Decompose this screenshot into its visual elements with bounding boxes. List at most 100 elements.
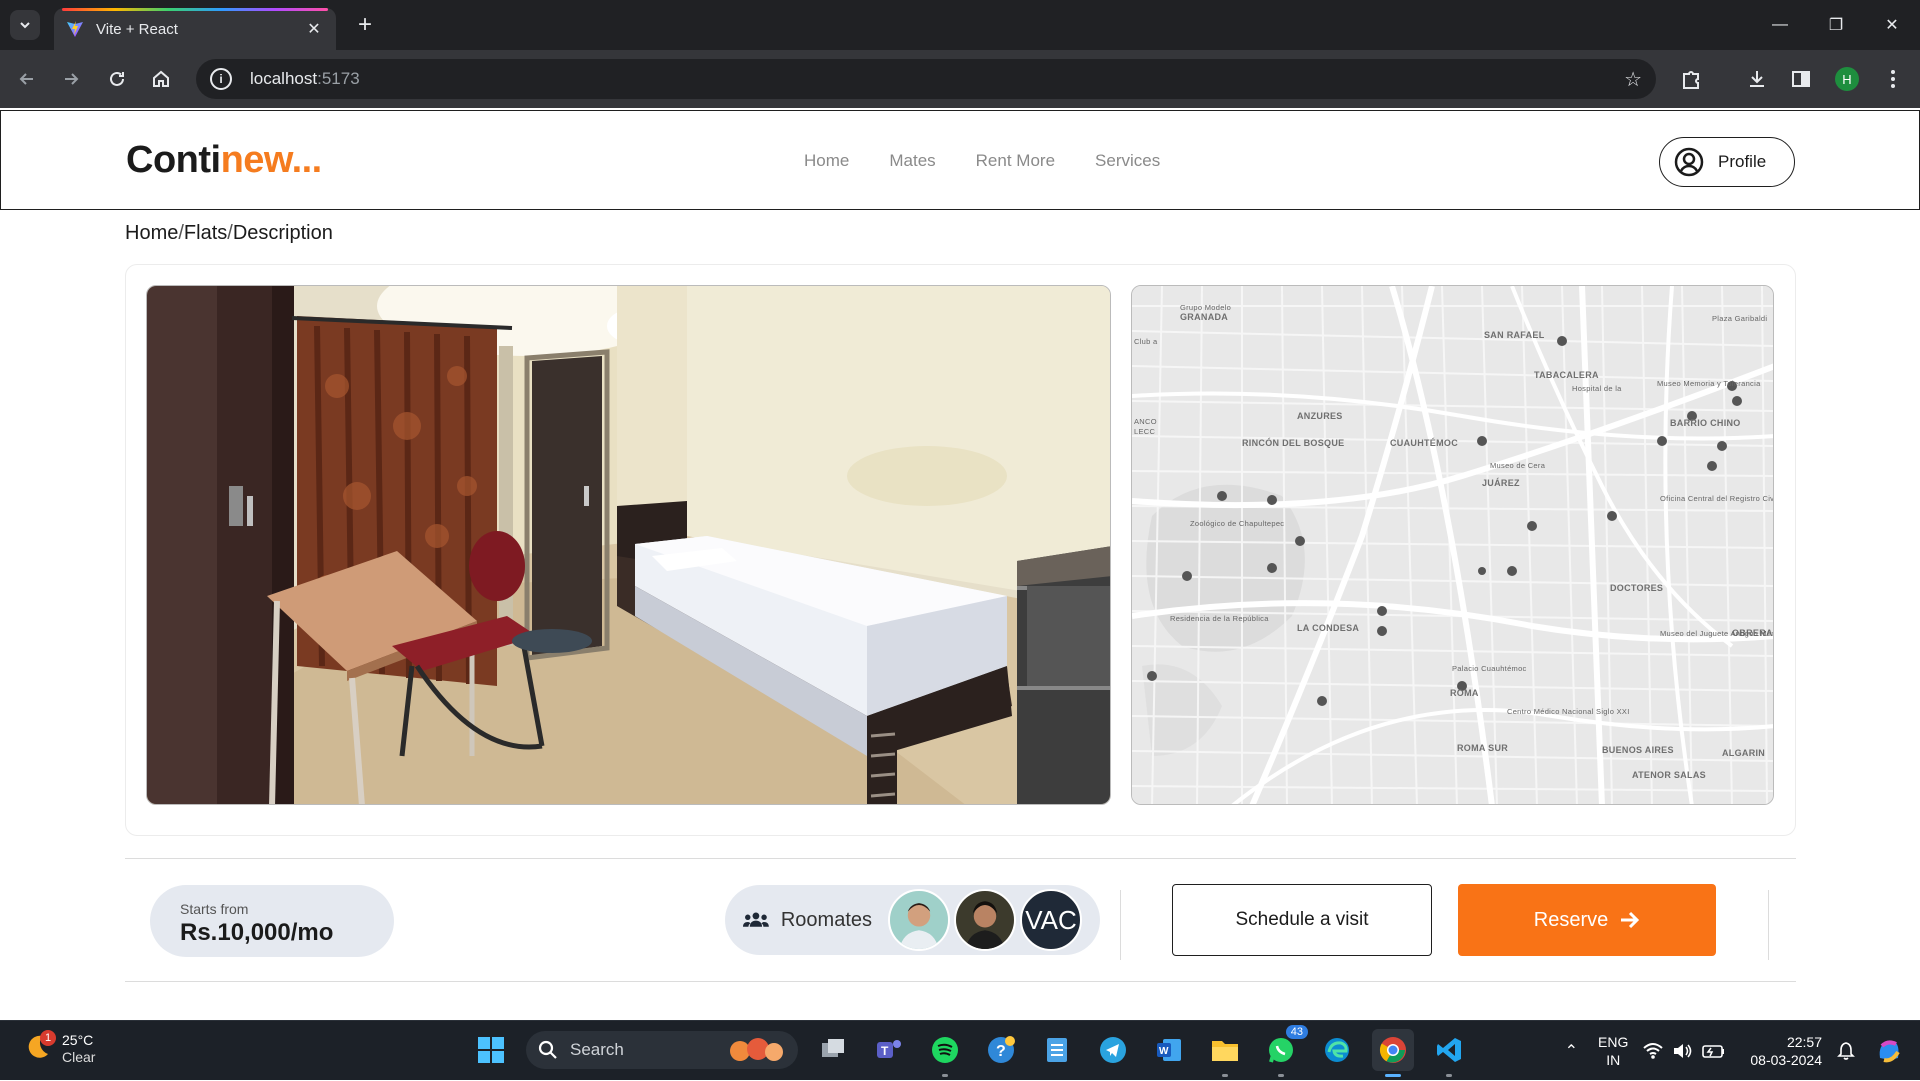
windows-taskbar: 1 25°C Clear Search T ? W 43 ⌃ ENG IN 22… [0,1020,1920,1080]
weather-temp: 25°C [62,1032,94,1048]
whatsapp-badge: 43 [1285,1025,1308,1039]
edge-app[interactable] [1316,1029,1358,1071]
listing-gallery: Grupo Modelo GRANADA SAN RAFAEL TABACALE… [125,264,1796,836]
language-indicator[interactable]: ENG IN [1598,1033,1628,1069]
bookmark-star-icon[interactable]: ☆ [1624,67,1642,92]
tray-overflow-chevron-icon[interactable]: ⌃ [1565,1041,1578,1061]
help-icon: ? [988,1036,1015,1063]
bell-icon[interactable] [1836,1041,1856,1061]
teams-app[interactable]: T [868,1029,910,1071]
side-panel-icon [1792,71,1810,87]
download-icon [1750,71,1764,87]
home-button[interactable] [144,62,178,96]
main-nav: Home Mates Rent More Services [804,151,1160,171]
clock[interactable]: 22:57 08-03-2024 [1750,1033,1822,1069]
reload-icon [110,71,124,86]
arrow-right-icon [1621,911,1640,929]
map-label: BUENOS AIRES [1602,745,1674,755]
roommate-avatar[interactable] [888,889,950,951]
active-indicator [1385,1074,1401,1077]
map-label: ALGARIN [1722,748,1765,758]
file-explorer-app[interactable] [1204,1029,1246,1077]
site-info-icon[interactable]: i [210,68,232,90]
window-controls: — ❐ ✕ [1752,0,1920,50]
arrow-right-icon [65,73,79,85]
users-group-icon [743,912,769,927]
schedule-visit-button[interactable]: Schedule a visit [1172,884,1432,956]
map-label: Residencia de la República [1170,614,1269,623]
site-header: Continew... Home Mates Rent More Service… [0,110,1920,210]
profile-button[interactable]: Profile [1659,137,1795,187]
map-label: CUAUHTÉMOC [1390,438,1458,448]
roommate-photo [956,891,1014,949]
clock-date: 08-03-2024 [1750,1052,1822,1068]
minimize-button[interactable]: — [1752,0,1808,50]
telegram-icon [1100,1037,1126,1063]
word-app[interactable]: W [1148,1029,1190,1071]
price-label: Starts from [180,901,249,917]
back-button[interactable] [10,62,44,96]
volume-icon[interactable] [1672,1042,1694,1060]
roommates-section[interactable]: Roomates VAC [725,885,1100,955]
tab-search-button[interactable] [10,10,40,40]
running-indicator [942,1074,948,1077]
nav-mates[interactable]: Mates [889,151,935,171]
task-view-icon [822,1039,844,1057]
extensions-button[interactable] [1674,62,1708,96]
map-label: Oficina Central del Registro Civil [1660,494,1774,503]
svg-text:W: W [1159,1046,1169,1057]
profile-avatar-button[interactable]: H [1830,62,1864,96]
reload-button[interactable] [100,62,134,96]
address-bar[interactable]: i localhost:5173 ☆ [196,59,1656,99]
roommate-initials-avatar[interactable]: VAC [1020,889,1082,951]
taskbar-search[interactable]: Search [526,1031,798,1069]
roommates-label: Roomates [780,908,872,931]
telegram-app[interactable] [1092,1029,1134,1071]
notepad-app[interactable] [1036,1029,1078,1071]
task-view-button[interactable] [812,1029,854,1071]
taskbar-apps: Search T ? W 43 [470,1025,1470,1077]
room-photo[interactable] [146,285,1111,805]
chrome-menu-button[interactable] [1876,62,1910,96]
search-placeholder: Search [570,1040,624,1059]
weather-widget[interactable]: 1 25°C Clear [24,1029,95,1065]
new-tab-button[interactable]: + [348,10,382,40]
breadcrumb-home[interactable]: Home [125,222,178,245]
copilot-icon[interactable] [1874,1036,1904,1066]
location-map[interactable]: Grupo Modelo GRANADA SAN RAFAEL TABACALE… [1131,285,1774,805]
map-image: Grupo Modelo GRANADA SAN RAFAEL TABACALE… [1132,286,1774,804]
whatsapp-app[interactable]: 43 [1260,1025,1308,1077]
restore-button[interactable]: ❐ [1808,0,1864,50]
clock-time: 22:57 [1786,1034,1822,1050]
map-label: Museo del Juguete Antiguo México [1660,629,1774,638]
help-app[interactable]: ? [980,1029,1022,1071]
side-panel-button[interactable] [1784,62,1818,96]
downloads-button[interactable] [1740,62,1774,96]
word-icon: W [1157,1039,1181,1061]
map-label: LA CONDESA [1297,623,1359,633]
search-icon [538,1040,557,1059]
breadcrumb-flats[interactable]: Flats [184,222,227,245]
tab-close-icon[interactable]: ✕ [304,19,324,39]
map-label: TABACALERA [1534,370,1599,380]
close-window-button[interactable]: ✕ [1864,0,1920,50]
wifi-icon[interactable] [1642,1042,1664,1060]
vscode-app[interactable] [1428,1029,1470,1077]
chrome-app[interactable] [1372,1029,1414,1077]
browser-tab[interactable]: Vite + React ✕ [54,8,336,50]
forward-button[interactable] [54,62,88,96]
spotify-app[interactable] [924,1029,966,1077]
start-button[interactable] [470,1029,512,1071]
nav-services[interactable]: Services [1095,151,1160,171]
nav-rent-more[interactable]: Rent More [976,151,1055,171]
site-logo[interactable]: Continew... [126,139,322,182]
battery-icon[interactable] [1702,1043,1726,1059]
browser-toolbar: i localhost:5173 ☆ H [0,50,1920,108]
nav-home[interactable]: Home [804,151,849,171]
roommate-avatar[interactable] [954,889,1016,951]
vertical-divider [1120,890,1121,960]
reserve-button[interactable]: Reserve [1458,884,1716,956]
map-label: Club a [1134,337,1158,346]
map-label: Plaza Garibaldi [1712,314,1767,323]
whatsapp-icon [1269,1038,1293,1063]
